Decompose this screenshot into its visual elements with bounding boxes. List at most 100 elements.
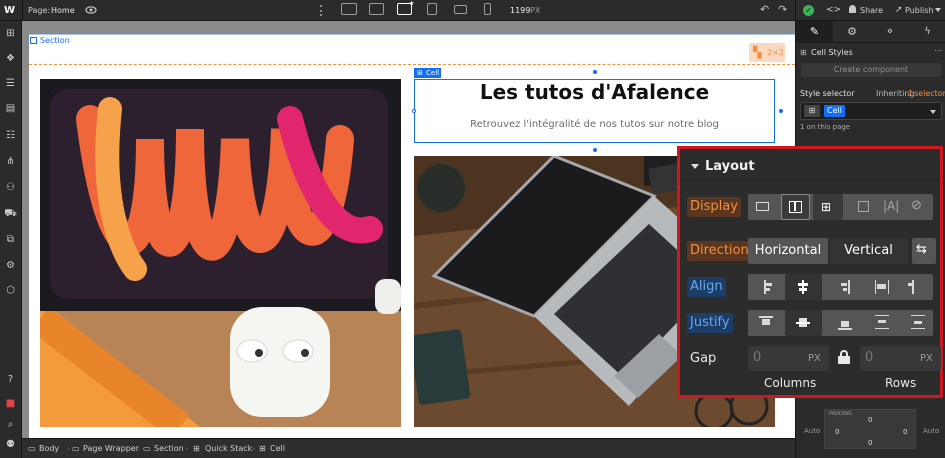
undo-icon[interactable]: ↶ [760, 3, 769, 16]
padding-left-value[interactable]: 0 [835, 428, 839, 436]
desktop-large-icon[interactable] [341, 3, 357, 15]
pages-icon[interactable]: ▤ [4, 102, 17, 115]
display-inline-icon[interactable]: |A| [883, 199, 899, 213]
align-baseline-icon[interactable] [912, 280, 914, 294]
display-grid-button[interactable]: ⊞ [813, 194, 843, 220]
display-inline-block-icon[interactable] [858, 201, 869, 212]
users-icon[interactable]: ⚇ [4, 181, 17, 194]
breadcrumb-quick-stack[interactable]: Quick Stack [205, 443, 252, 455]
margin-left-value[interactable]: Auto [804, 427, 820, 435]
align-stretch-icon[interactable] [875, 280, 889, 294]
breadcrumb-icon: ▭ [28, 444, 36, 453]
breadcrumb-body[interactable]: Body [39, 443, 59, 455]
lock-icon[interactable] [838, 350, 850, 364]
gap-columns-input[interactable]: 0 PX [748, 346, 829, 371]
more-icon[interactable]: ⋯ [934, 46, 942, 55]
cms-icon[interactable]: ☷ [4, 129, 17, 142]
display-flex-button[interactable] [781, 194, 810, 220]
align-end-icon[interactable] [848, 280, 850, 294]
create-component-button[interactable]: Create component [801, 63, 941, 77]
padding-right-value[interactable]: 0 [903, 428, 907, 436]
chevron-down-icon[interactable] [935, 8, 941, 12]
redo-icon[interactable]: ↷ [778, 3, 787, 16]
align-center-button[interactable] [785, 274, 822, 300]
display-block-button[interactable] [748, 194, 778, 220]
selector-chip[interactable]: Cell [824, 105, 845, 117]
resize-handle-bottom[interactable] [593, 148, 597, 152]
share-button[interactable]: Share [860, 5, 883, 16]
mobile-portrait-icon[interactable] [484, 3, 491, 15]
chevron-down-icon[interactable] [930, 110, 936, 114]
justify-center-icon-bar [799, 318, 807, 327]
breadcrumb-page-wrapper[interactable]: Page Wrapper [83, 443, 139, 455]
search-icon[interactable]: ⌕ [4, 418, 17, 431]
page-name[interactable]: Home [51, 5, 75, 16]
inheriting-count[interactable]: 1 [908, 88, 913, 99]
check-icon[interactable]: ✓ [803, 5, 814, 16]
chevron-right-icon: › [185, 444, 189, 453]
resize-handle-left[interactable] [412, 109, 416, 113]
align-label: Align [687, 277, 726, 297]
display-label: Display [687, 197, 741, 217]
tab-settings-gear-icon[interactable]: ⚙ [833, 21, 871, 43]
gap-rows-unit[interactable]: PX [920, 352, 933, 365]
reverse-direction-button[interactable]: ⇆ [912, 238, 936, 264]
breadcrumb-section[interactable]: Section [154, 443, 184, 455]
resize-handle-right[interactable] [779, 109, 783, 113]
grid-badge[interactable]: ▚ 2×2 [749, 43, 785, 62]
caret-down-icon[interactable] [691, 164, 699, 169]
justify-start-icon[interactable] [759, 316, 773, 318]
canvas-width[interactable]: 1199 [510, 5, 530, 16]
cell-tag-icon: ⊞ [417, 69, 423, 77]
help-icon[interactable]: ? [4, 373, 17, 386]
justify-end-icon[interactable] [838, 328, 852, 330]
padding-bottom-value[interactable]: 0 [868, 439, 872, 447]
margin-right-value[interactable]: Auto [923, 427, 939, 435]
apps-icon[interactable]: ⬡ [4, 284, 17, 297]
tab-style-brush-icon[interactable]: ✎ [796, 21, 833, 43]
webflow-logo[interactable]: W [4, 4, 18, 17]
breadcrumb: ▭ Body › ▭ Page Wrapper › ▭ Section › ⊞ … [22, 438, 795, 458]
justify-space-around-icon[interactable] [911, 315, 925, 329]
tablet-icon[interactable] [427, 3, 437, 15]
add-icon[interactable]: ⊞ [4, 27, 17, 40]
publish-button[interactable]: Publish [905, 5, 934, 16]
style-selector-label: Style selector [800, 89, 855, 98]
tab-interactions-icon[interactable]: ⋄ [871, 21, 909, 43]
code-icon[interactable]: <> [826, 4, 841, 16]
display-none-icon[interactable]: ⊘ [911, 198, 922, 213]
padding-box[interactable]: PADDING 0 0 0 0 [824, 409, 916, 449]
cell-styles-icon: ⊞ [800, 48, 807, 57]
justify-space-between-icon[interactable] [875, 315, 889, 329]
more-icon[interactable] [320, 5, 322, 16]
components-icon[interactable]: ❖ [4, 52, 17, 65]
direction-vertical-button[interactable]: Vertical [829, 238, 908, 264]
direction-vertical-label: Vertical [844, 243, 893, 258]
mobile-landscape-icon[interactable] [454, 5, 467, 14]
breadcrumb-cell[interactable]: Cell [270, 443, 285, 455]
logic-icon[interactable]: ⋔ [4, 155, 17, 168]
ecommerce-icon[interactable]: ⛟ [4, 207, 17, 220]
gap-columns-unit[interactable]: PX [808, 352, 821, 365]
inheriting-selector-link[interactable]: selector [914, 88, 945, 99]
selector-field[interactable]: ⊞ Cell [800, 102, 942, 120]
collaborators-icon[interactable]: ⚉ [4, 438, 17, 451]
eye-icon[interactable] [85, 5, 97, 15]
cell-tag[interactable]: ⊞ Cell [414, 68, 441, 78]
gap-rows-input[interactable]: 0 PX [860, 346, 941, 371]
selector-combo-icon: ⊞ [804, 105, 820, 117]
section-outline[interactable] [29, 34, 795, 65]
resize-handle-top[interactable] [593, 70, 597, 74]
direction-horizontal-button[interactable]: Horizontal [748, 238, 828, 264]
layout-title[interactable]: Layout [705, 158, 755, 175]
tab-lightning-icon[interactable]: ϟ [909, 21, 945, 43]
desktop-icon[interactable] [369, 3, 384, 15]
audit-icon[interactable]: ■ [4, 397, 17, 410]
page-heading[interactable]: Les tutos d'Afalence [414, 79, 775, 105]
settings-icon[interactable]: ⚙ [4, 259, 17, 272]
page-subheading[interactable]: Retrouvez l'intégralité de nos tutos sur… [414, 118, 775, 132]
assets-icon[interactable]: ⧉ [4, 233, 17, 246]
navigator-icon[interactable]: ☰ [4, 77, 17, 90]
padding-top-value[interactable]: 0 [868, 416, 872, 424]
align-center-icon-bar [798, 283, 808, 286]
